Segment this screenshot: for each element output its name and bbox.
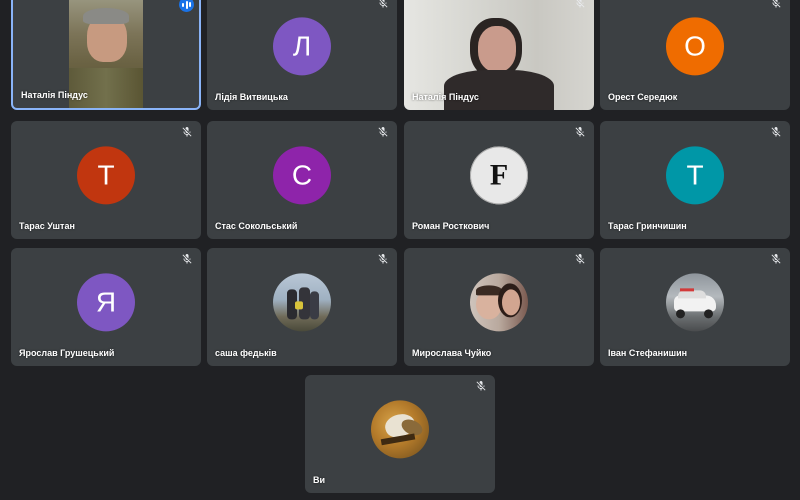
participant-tile-natalia-1[interactable]: Наталія Піндус [11, 0, 201, 110]
avatar: Я [77, 273, 135, 332]
participant-tile-myroslava[interactable]: Мирослава Чуйко [404, 248, 594, 366]
participant-name: Стас Сокольський [215, 221, 298, 231]
avatar: F [470, 146, 528, 205]
participant-name: Ярослав Грушецький [19, 348, 115, 358]
avatar: О [666, 17, 724, 76]
avatar-photo [371, 400, 429, 459]
mic-off-icon [576, 0, 585, 8]
participant-tile-taras-ushtan[interactable]: Т Тарас Уштан [11, 121, 201, 239]
mic-off-icon [378, 254, 388, 264]
participant-tile-self[interactable]: Ви [305, 375, 495, 493]
participant-name: Наталія Піндус [21, 90, 88, 100]
participant-tile-sasha[interactable]: саша федьків [207, 248, 397, 366]
participant-tile-taras-hrynchyshyn[interactable]: Т Тарас Гринчишин [600, 121, 790, 239]
mic-off-icon [575, 254, 585, 264]
avatar: Т [666, 146, 724, 205]
participant-tile-stas[interactable]: С Стас Сокольський [207, 121, 397, 239]
mic-off-icon [182, 254, 192, 264]
participant-name: Іван Стефанишин [608, 348, 688, 358]
mic-off-icon [378, 127, 388, 137]
participant-tile-yaroslav[interactable]: Я Ярослав Грушецький [11, 248, 201, 366]
participant-name: Тарас Гринчишин [608, 221, 687, 231]
participant-name: Ви [313, 475, 326, 485]
mic-off-icon [575, 127, 585, 137]
avatar-photo [273, 273, 331, 332]
avatar-photo [470, 273, 528, 332]
avatar-photo [666, 273, 724, 332]
avatar: Л [273, 17, 331, 76]
participant-name: Мирослава Чуйко [412, 348, 492, 358]
participant-name: Наталія Піндус [412, 92, 479, 102]
participant-name: саша федьків [215, 348, 277, 358]
participant-tile-ivan[interactable]: Іван Стефанишин [600, 248, 790, 366]
participant-name: Лідія Витвицька [215, 92, 288, 102]
mic-off-icon [771, 254, 781, 264]
participant-tile-roman[interactable]: F Роман Росткович [404, 121, 594, 239]
speaking-icon [179, 0, 194, 12]
participant-name: Орест Середюк [608, 92, 678, 102]
participant-tile-orest[interactable]: О Орест Середюк [600, 0, 790, 110]
avatar: С [273, 146, 331, 205]
mic-off-icon [476, 381, 486, 391]
mic-off-icon [771, 127, 781, 137]
participant-tile-lidia[interactable]: Л Лідія Витвицька [207, 0, 397, 110]
avatar: Т [77, 146, 135, 205]
participant-tile-natalia-2[interactable]: Наталія Піндус [404, 0, 594, 110]
mic-off-icon [379, 0, 388, 8]
participant-name: Тарас Уштан [19, 221, 75, 231]
mic-off-icon [182, 127, 192, 137]
participant-name: Роман Росткович [412, 221, 490, 231]
mic-off-icon [772, 0, 781, 8]
